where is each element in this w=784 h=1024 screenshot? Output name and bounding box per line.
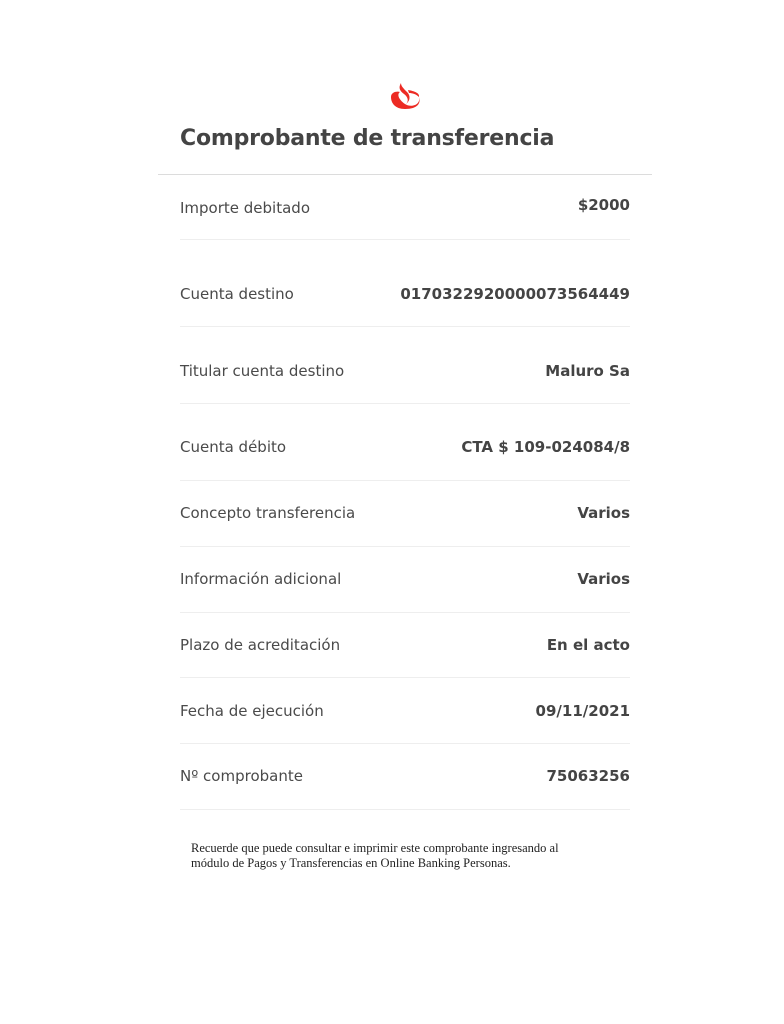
row-divider — [180, 480, 630, 481]
detail-label: Cuenta destino — [180, 285, 294, 303]
footer-note: Recuerde que puede consultar e imprimir … — [191, 841, 611, 871]
detail-row-fecha: Fecha de ejecución 09/11/2021 — [180, 702, 630, 726]
detail-value: 75063256 — [546, 767, 631, 785]
detail-value: 09/11/2021 — [535, 702, 630, 720]
detail-label: Información adicional — [180, 570, 342, 588]
detail-row-cuenta-debito: Cuenta débito CTA $ 109-024084/8 — [180, 438, 630, 462]
detail-label: Cuenta débito — [180, 438, 287, 456]
detail-row-concepto: Concepto transferencia Varios — [180, 504, 630, 528]
detail-value: Varios — [577, 570, 630, 588]
detail-value: Maluro Sa — [545, 362, 630, 380]
row-divider — [180, 403, 630, 404]
detail-row-importe: Importe debitado $2000 — [180, 196, 630, 226]
detail-label: Importe debitado — [180, 199, 310, 217]
footer-note-line-2: módulo de Pagos y Transferencias en Onli… — [191, 856, 511, 870]
detail-row-cuenta-destino: Cuenta destino 0170322920000073564449 — [180, 285, 630, 309]
row-divider — [180, 546, 630, 547]
row-divider — [180, 809, 630, 810]
detail-row-plazo: Plazo de acreditación En el acto — [180, 636, 630, 660]
detail-row-comprobante: Nº comprobante 75063256 — [180, 767, 630, 791]
footer-note-line-1: Recuerde que puede consultar e imprimir … — [191, 841, 559, 855]
detail-row-titular: Titular cuenta destino Maluro Sa — [180, 362, 630, 386]
detail-row-informacion: Información adicional Varios — [180, 570, 630, 594]
title-divider — [158, 174, 652, 175]
row-divider — [180, 612, 630, 613]
row-divider — [180, 743, 630, 744]
detail-label: Plazo de acreditación — [180, 636, 341, 654]
detail-value: Varios — [577, 504, 630, 522]
detail-value: CTA $ 109-024084/8 — [461, 438, 630, 456]
row-divider — [180, 239, 630, 240]
detail-label: Fecha de ejecución — [180, 702, 324, 720]
detail-label: Concepto transferencia — [180, 504, 356, 522]
santander-flame-icon — [391, 83, 420, 109]
detail-value: 0170322920000073564449 — [400, 285, 630, 303]
detail-label: Nº comprobante — [180, 767, 303, 785]
detail-value: $2000 — [577, 196, 630, 214]
page-title: Comprobante de transferencia — [180, 126, 555, 151]
row-divider — [180, 326, 630, 327]
detail-value: En el acto — [546, 636, 630, 654]
detail-label: Titular cuenta destino — [180, 362, 345, 380]
row-divider — [180, 677, 630, 678]
